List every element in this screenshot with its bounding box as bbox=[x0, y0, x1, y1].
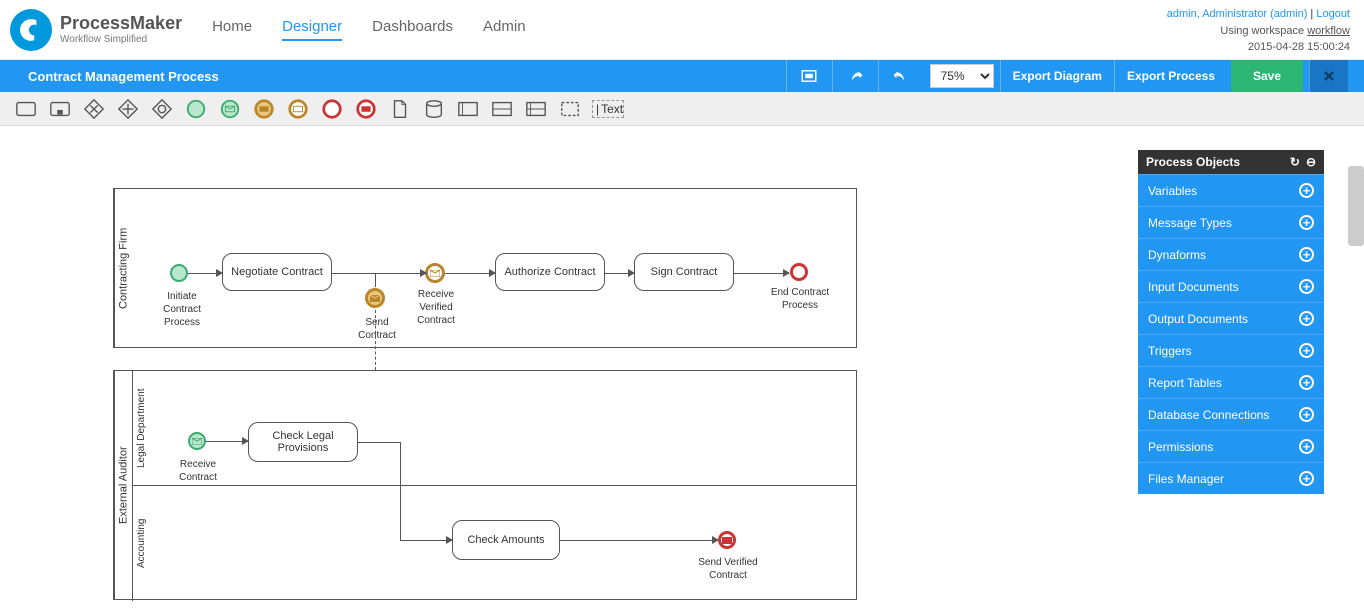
data-store-icon[interactable] bbox=[422, 98, 446, 120]
app-header: ProcessMaker Workflow Simplified Home De… bbox=[0, 0, 1364, 60]
rpanel-report-tables[interactable]: Report Tables+ bbox=[1138, 366, 1324, 398]
export-process-button[interactable]: Export Process bbox=[1114, 60, 1227, 92]
scrollbar-thumb[interactable] bbox=[1348, 166, 1364, 246]
collapse-icon[interactable]: ⊖ bbox=[1306, 155, 1316, 169]
process-objects-header: Process Objects ↻ ⊖ bbox=[1138, 150, 1324, 174]
close-button[interactable] bbox=[1309, 60, 1348, 92]
start-event-icon[interactable] bbox=[184, 98, 208, 120]
add-icon[interactable]: + bbox=[1299, 311, 1314, 326]
logo: ProcessMaker Workflow Simplified bbox=[10, 9, 182, 51]
add-icon[interactable]: + bbox=[1299, 279, 1314, 294]
brand-tagline: Workflow Simplified bbox=[60, 34, 182, 45]
recv-label: Receive Contract bbox=[172, 458, 224, 484]
start-event-label: Initiate Contract Process bbox=[152, 290, 212, 329]
subprocess-tool-icon[interactable] bbox=[48, 98, 72, 120]
process-title-bar: Contract Management Process 75% Export D… bbox=[0, 60, 1364, 92]
add-icon[interactable]: + bbox=[1299, 343, 1314, 358]
task-authorize[interactable]: Authorize Contract bbox=[495, 253, 605, 291]
main-nav: Home Designer Dashboards Admin bbox=[212, 18, 525, 41]
pool2-label: External Auditor bbox=[114, 371, 132, 599]
process-objects-panel: Process Objects ↻ ⊖ Variables+ Message T… bbox=[1138, 150, 1324, 494]
add-icon[interactable]: + bbox=[1299, 471, 1314, 486]
zoom-select[interactable]: 75% bbox=[930, 64, 994, 88]
start-message-event-icon[interactable] bbox=[218, 98, 242, 120]
header-right: admin, Administrator (admin) | Logout Us… bbox=[1167, 6, 1350, 56]
task-check-legal[interactable]: Check Legal Provisions bbox=[248, 422, 358, 462]
intermediate-throw-message-icon[interactable] bbox=[252, 98, 276, 120]
lane-legal[interactable]: Legal Department bbox=[132, 371, 856, 486]
throw-label: Send Contract bbox=[355, 316, 399, 342]
task-negotiate[interactable]: Negotiate Contract bbox=[222, 253, 332, 291]
timestamp: 2015-04-28 15:00:24 bbox=[1167, 39, 1350, 56]
workspace-prefix: Using workspace bbox=[1220, 25, 1307, 37]
nav-dashboards[interactable]: Dashboards bbox=[372, 18, 453, 41]
add-icon[interactable]: + bbox=[1299, 215, 1314, 230]
start-receive-contract[interactable] bbox=[188, 432, 206, 450]
pool-horizontal-icon[interactable] bbox=[456, 98, 480, 120]
task-sign[interactable]: Sign Contract bbox=[634, 253, 734, 291]
rpanel-message-types[interactable]: Message Types+ bbox=[1138, 206, 1324, 238]
catch-receive-verified[interactable] bbox=[425, 263, 445, 283]
task-tool-icon[interactable] bbox=[14, 98, 38, 120]
catch-label: Receive Verified Contract bbox=[408, 288, 464, 327]
add-icon[interactable]: + bbox=[1299, 247, 1314, 262]
end-label: End Contract Process bbox=[768, 286, 832, 312]
redo-button[interactable] bbox=[832, 60, 878, 92]
rpanel-dynaforms[interactable]: Dynaforms+ bbox=[1138, 238, 1324, 270]
export-diagram-button[interactable]: Export Diagram bbox=[1000, 60, 1114, 92]
nav-home[interactable]: Home bbox=[212, 18, 252, 41]
fullscreen-button[interactable] bbox=[786, 60, 832, 92]
add-icon[interactable]: + bbox=[1299, 439, 1314, 454]
end-send-verified[interactable] bbox=[718, 531, 736, 549]
process-title: Contract Management Process bbox=[28, 69, 219, 84]
start-event[interactable] bbox=[170, 264, 188, 282]
nav-designer[interactable]: Designer bbox=[282, 18, 342, 41]
add-icon[interactable]: + bbox=[1299, 407, 1314, 422]
group-icon[interactable] bbox=[558, 98, 582, 120]
save-button[interactable]: Save bbox=[1231, 60, 1303, 92]
pool-vertical-icon[interactable] bbox=[524, 98, 548, 120]
lane-legal-label: Legal Department bbox=[132, 371, 150, 485]
workspace-name[interactable]: workflow bbox=[1307, 25, 1350, 37]
nav-admin[interactable]: Admin bbox=[483, 18, 526, 41]
refresh-icon[interactable]: ↻ bbox=[1290, 155, 1300, 169]
end-event-icon[interactable] bbox=[320, 98, 344, 120]
rpanel-input-documents[interactable]: Input Documents+ bbox=[1138, 270, 1324, 302]
rpanel-output-documents[interactable]: Output Documents+ bbox=[1138, 302, 1324, 334]
end-message-event-icon[interactable] bbox=[354, 98, 378, 120]
rpanel-permissions[interactable]: Permissions+ bbox=[1138, 430, 1324, 462]
task-check-amounts[interactable]: Check Amounts bbox=[452, 520, 560, 560]
brand-name: ProcessMaker bbox=[60, 14, 182, 34]
add-icon[interactable]: + bbox=[1299, 183, 1314, 198]
lane-accounting-label: Accounting bbox=[132, 486, 150, 601]
pool-label: Contracting Firm bbox=[114, 189, 132, 347]
intermediate-catch-message-icon[interactable] bbox=[286, 98, 310, 120]
gateway-parallel-icon[interactable] bbox=[116, 98, 140, 120]
rpanel-variables[interactable]: Variables+ bbox=[1138, 174, 1324, 206]
undo-button[interactable] bbox=[878, 60, 924, 92]
rpanel-files-manager[interactable]: Files Manager+ bbox=[1138, 462, 1324, 494]
gateway-exclusive-icon[interactable] bbox=[82, 98, 106, 120]
logo-icon bbox=[10, 9, 52, 51]
add-icon[interactable]: + bbox=[1299, 375, 1314, 390]
user-link[interactable]: admin, Administrator (admin) bbox=[1167, 8, 1308, 20]
gateway-inclusive-icon[interactable] bbox=[150, 98, 174, 120]
sendback-label: Send Verified Contract bbox=[695, 556, 761, 582]
lane-icon[interactable] bbox=[490, 98, 514, 120]
rpanel-db-connections[interactable]: Database Connections+ bbox=[1138, 398, 1324, 430]
end-event[interactable] bbox=[790, 263, 808, 281]
element-palette: Text bbox=[0, 92, 1364, 126]
text-annotation-tool[interactable]: Text bbox=[592, 100, 624, 118]
throw-send-contract[interactable] bbox=[365, 288, 385, 308]
data-object-icon[interactable] bbox=[388, 98, 412, 120]
rpanel-triggers[interactable]: Triggers+ bbox=[1138, 334, 1324, 366]
logout-link[interactable]: Logout bbox=[1316, 8, 1350, 20]
